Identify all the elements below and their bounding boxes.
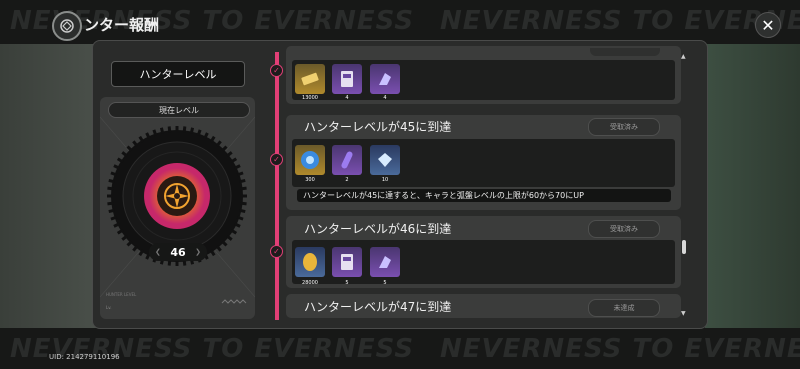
- gear-tooth: [167, 126, 172, 133]
- gear-tooth: [126, 240, 133, 247]
- gear-tooth: [230, 157, 238, 164]
- check-icon: ✓: [270, 64, 283, 77]
- gear-tooth: [132, 245, 139, 252]
- hunter-level-title: ハンターレベル: [111, 61, 245, 87]
- reward-title: ハンターレベルが45に到達: [304, 120, 452, 134]
- gear-tooth: [236, 215, 244, 221]
- current-level-label: 現在レベル: [108, 102, 250, 118]
- status-button-partial: [590, 48, 660, 56]
- gear-tooth: [230, 228, 238, 235]
- check-icon: ✓: [270, 153, 283, 166]
- card-icon[interactable]: [332, 247, 362, 277]
- gear-tooth: [159, 127, 165, 134]
- gear-tooth: [116, 228, 124, 235]
- crystal-icon[interactable]: [370, 64, 400, 94]
- gear-tooth: [108, 178, 115, 184]
- scrollbar-track[interactable]: [682, 55, 686, 317]
- gear-tooth: [221, 240, 228, 247]
- gear-tooth: [138, 249, 145, 257]
- gear-tooth: [121, 234, 128, 241]
- item-quantity: 13000: [302, 95, 318, 101]
- item-quantity: 5: [345, 280, 349, 286]
- gear-tooth: [110, 215, 118, 221]
- check-icon: ✓: [270, 245, 283, 258]
- item-quantity: 4: [345, 95, 349, 101]
- gear-tooth: [116, 157, 124, 164]
- gear-tooth: [221, 145, 228, 152]
- orb-icon[interactable]: [295, 145, 325, 175]
- gear-tooth: [239, 178, 246, 184]
- gear-tooth: [132, 140, 139, 147]
- hunter-emblem-icon: [52, 11, 82, 41]
- chevron-right-icon: ❯: [195, 248, 201, 256]
- page-title: ンター報酬: [84, 16, 160, 34]
- gear-tooth: [240, 201, 247, 206]
- item-quantity: 300: [305, 177, 315, 183]
- gear-tooth: [108, 208, 115, 214]
- gear-tooth: [196, 129, 202, 137]
- gear-tooth: [239, 208, 246, 214]
- header-watermark-right: NEVERNESS TO EVERNESS: [440, 6, 800, 36]
- gear-tooth: [236, 171, 244, 177]
- reward-title: ハンターレベルが46に到達: [304, 222, 452, 236]
- card-icon[interactable]: [332, 64, 362, 94]
- scrollbar-thumb[interactable]: [682, 240, 686, 254]
- close-button[interactable]: ✕: [755, 12, 781, 38]
- gear-tooth: [182, 126, 187, 133]
- level-number: 46: [170, 245, 186, 259]
- capsule-icon[interactable]: [332, 145, 362, 175]
- reward-title: ハンターレベルが47に到達: [304, 300, 452, 314]
- gear-tooth: [240, 186, 247, 191]
- gear-tooth: [226, 151, 233, 158]
- background-left: [0, 40, 100, 330]
- item-quantity: 4: [383, 95, 387, 101]
- gear-tooth: [209, 135, 216, 143]
- gear-tooth: [138, 135, 145, 143]
- gear-tooth: [121, 151, 128, 158]
- claim-status-button[interactable]: 受取済み: [588, 118, 660, 136]
- bottom-bar: NEVERNESS TO EVERNESS NEVERNESS TO EVERN…: [0, 328, 800, 369]
- gear-tooth: [215, 140, 222, 147]
- background-right: [705, 40, 800, 330]
- item-quantity: 2: [345, 177, 349, 183]
- gear-tooth: [226, 234, 233, 241]
- gear-tooth: [189, 127, 195, 134]
- current-level-value: ❮ 46 ❯: [149, 243, 207, 261]
- ticket-icon[interactable]: [295, 64, 325, 94]
- gem-icon[interactable]: [370, 145, 400, 175]
- reward-description: ハンターレベルが45に達すると、キャラと弧盤レベルの上限が60から70にUP: [297, 189, 671, 202]
- level-gear-emblem: [100, 116, 255, 304]
- footer-watermark-right: NEVERNESS TO EVERNESS: [440, 334, 800, 364]
- gear-tooth: [110, 171, 118, 177]
- gear-tooth: [215, 245, 222, 252]
- gear-tooth: [152, 129, 158, 137]
- chevron-left-icon: ❮: [155, 248, 161, 256]
- scroll-down-icon[interactable]: ▼: [681, 310, 686, 317]
- item-quantity: 28000: [302, 280, 318, 286]
- claim-status-button[interactable]: 未達成: [588, 299, 660, 317]
- gear-tooth: [107, 186, 114, 191]
- claim-status-button[interactable]: 受取済み: [588, 220, 660, 238]
- level-card: [100, 97, 255, 319]
- crystal-icon[interactable]: [370, 247, 400, 277]
- progress-timeline: [275, 52, 279, 320]
- coin-icon[interactable]: [295, 247, 325, 277]
- user-id: UID: 214279110196: [49, 353, 120, 361]
- card-caption: HUNTER LEVEL: [106, 292, 137, 297]
- scroll-up-icon[interactable]: ▲: [681, 53, 686, 60]
- item-quantity: 10: [381, 177, 389, 183]
- gear-tooth: [209, 249, 216, 257]
- item-quantity: 5: [383, 280, 387, 286]
- gear-tooth: [107, 201, 114, 206]
- card-caption-level: Lv.: [106, 305, 112, 310]
